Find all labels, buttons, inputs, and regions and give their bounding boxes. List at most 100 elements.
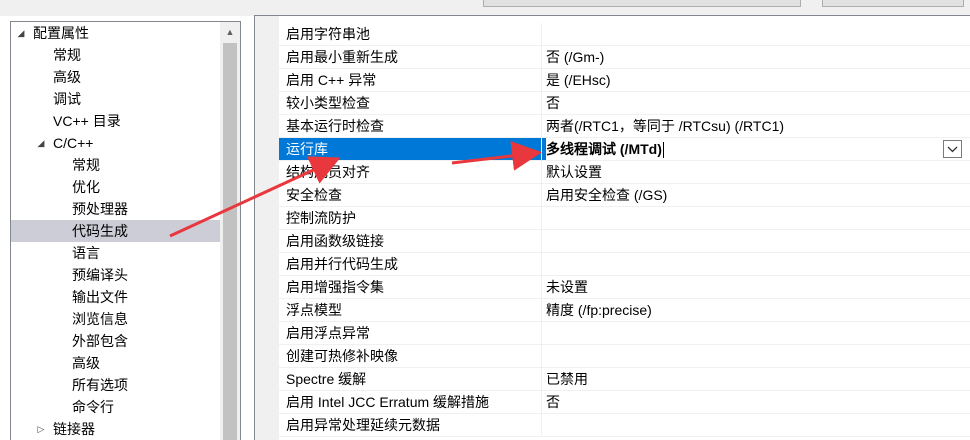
property-row[interactable]: 运行库 多线程调试 (/MTd) (279, 138, 970, 161)
tree-item[interactable]: 外部包含 (11, 330, 221, 352)
property-name: Spectre 缓解 (286, 371, 367, 387)
property-name: 启用异常处理延续元数据 (286, 417, 440, 433)
property-row[interactable]: 启用异常处理延续元数据 (279, 414, 970, 437)
configuration-manager-button[interactable] (822, 0, 964, 7)
property-row[interactable]: 控制流防护 (279, 207, 970, 230)
tree-item[interactable]: 高级 (11, 66, 221, 88)
tree-item[interactable]: ◢ C/C++ (11, 132, 221, 154)
property-value (541, 23, 970, 45)
tree-item-label: 常规 (53, 47, 81, 63)
property-name: 启用 Intel JCC Erratum 缓解措施 (286, 394, 490, 410)
tree-item-label: 链接器 (53, 421, 95, 437)
top-toolbar-strip (0, 0, 970, 16)
tree-item-label: 输出文件 (72, 289, 128, 305)
chevron-down-icon (947, 146, 958, 153)
property-row[interactable]: 启用增强指令集 未设置 (279, 276, 970, 299)
property-value: 已禁用 (541, 368, 970, 390)
property-row[interactable]: 基本运行时检查 两者(/RTC1，等同于 /RTCsu) (/RTC1) (279, 115, 970, 138)
property-value: 两者(/RTC1，等同于 /RTCsu) (/RTC1) (541, 115, 970, 137)
property-name: 启用最小重新生成 (286, 49, 398, 65)
property-row[interactable]: 启用 C++ 异常 是 (/EHsc) (279, 69, 970, 92)
tree-item[interactable]: 常规 (11, 44, 221, 66)
tree-item-label: 调试 (53, 91, 81, 107)
tree-item-label: 预编译头 (72, 267, 128, 283)
property-value (541, 253, 970, 275)
property-name: 启用并行代码生成 (286, 256, 398, 272)
property-row[interactable]: 结构成员对齐 默认设置 (279, 161, 970, 184)
tree-item-label: 所有选项 (72, 377, 128, 393)
property-row[interactable]: 创建可热修补映像 (279, 345, 970, 368)
tree-item-label: 外部包含 (72, 333, 128, 349)
property-name: 运行库 (279, 138, 546, 160)
tree-item-label: 代码生成 (72, 223, 128, 239)
property-value-text: 精度 (/fp:precise) (546, 302, 652, 318)
tree-item[interactable]: 预编译头 (11, 264, 221, 286)
tree-item[interactable]: 高级 (11, 352, 221, 374)
property-value-text: 否 (546, 394, 560, 410)
property-value (541, 414, 970, 436)
tree-item[interactable]: 调试 (11, 88, 221, 110)
property-value (541, 345, 970, 367)
tree-item-label: VC++ 目录 (53, 113, 121, 129)
property-name: 创建可热修补映像 (286, 348, 398, 364)
property-grid: 启用字符串池启用最小重新生成 否 (/Gm-) 启用 C++ 异常 是 (/EHsc)… (254, 15, 970, 440)
property-name: 安全检查 (286, 187, 342, 203)
tree-item[interactable]: 代码生成 (11, 220, 221, 242)
property-value: 默认设置 (541, 161, 970, 183)
property-row[interactable]: Spectre 缓解 已禁用 (279, 368, 970, 391)
tree-item-label: 浏览信息 (72, 311, 128, 327)
expanded-triangle-icon[interactable]: ◢ (15, 22, 27, 44)
tree-item-label: C/C++ (53, 135, 94, 151)
property-name: 结构成员对齐 (286, 164, 370, 180)
tree-item[interactable]: 语言 (11, 242, 221, 264)
tree-item-label: 优化 (72, 179, 100, 195)
property-name: 控制流防护 (286, 210, 356, 226)
property-row[interactable]: 浮点模型 精度 (/fp:precise) (279, 299, 970, 322)
property-row[interactable]: 启用最小重新生成 否 (/Gm-) (279, 46, 970, 69)
tree-item[interactable]: 预处理器 (11, 198, 221, 220)
property-value: 否 (541, 92, 970, 114)
tree-item[interactable]: ◢ 配置属性 (11, 22, 221, 44)
scrollbar-thumb[interactable] (223, 43, 237, 440)
property-value-text: 默认设置 (546, 164, 602, 180)
tree-item-label: 高级 (72, 355, 100, 371)
property-row[interactable]: 启用并行代码生成 (279, 253, 970, 276)
property-row[interactable]: 启用浮点异常 (279, 322, 970, 345)
scroll-up-arrow-icon[interactable]: ▲ (220, 22, 240, 42)
tree-item[interactable]: 常规 (11, 154, 221, 176)
property-value-text: 两者(/RTC1，等同于 /RTCsu) (/RTC1) (546, 118, 785, 134)
property-name: 启用函数级链接 (286, 233, 384, 249)
property-value-text: 否 (546, 95, 560, 111)
dropdown-button[interactable] (943, 140, 962, 158)
tree-item[interactable]: 优化 (11, 176, 221, 198)
expanded-triangle-icon[interactable]: ◢ (35, 132, 47, 154)
runtime-library-value-field[interactable]: 多线程调试 (/MTd) (541, 138, 970, 160)
tree-item-label: 高级 (53, 69, 81, 85)
tree-item[interactable]: VC++ 目录 (11, 110, 221, 132)
property-row[interactable]: 启用 Intel JCC Erratum 缓解措施 否 (279, 391, 970, 414)
tree-item-label: 预处理器 (72, 201, 128, 217)
property-value-text: 是 (/EHsc) (546, 72, 611, 88)
property-name: 较小类型检查 (286, 95, 370, 111)
property-value: 否 (541, 391, 970, 413)
tree-item[interactable]: ▷ 链接器 (11, 418, 221, 440)
property-row[interactable]: 启用字符串池 (279, 23, 970, 46)
property-row[interactable]: 较小类型检查 否 (279, 92, 970, 115)
property-pages-tree: ◢ 配置属性 常规 高级 调试 VC++ 目录 ◢ C/C++ 常规 优化 预处理器 代码生成 语言 预编… (10, 21, 241, 440)
collapsed-triangle-icon[interactable]: ▷ (35, 418, 47, 440)
property-value (541, 230, 970, 252)
tree-item[interactable]: 浏览信息 (11, 308, 221, 330)
property-value-text: 未设置 (546, 279, 588, 295)
tree-item-label: 命令行 (72, 399, 114, 415)
tree-item[interactable]: 输出文件 (11, 286, 221, 308)
property-name: 浮点模型 (286, 302, 342, 318)
configuration-dropdown[interactable] (483, 0, 801, 7)
tree-item[interactable]: 命令行 (11, 396, 221, 418)
tree-item[interactable]: 所有选项 (11, 374, 221, 396)
property-row[interactable]: 启用函数级链接 (279, 230, 970, 253)
property-value-text: 多线程调试 (/MTd) (546, 141, 662, 157)
grid-gutter (255, 16, 279, 440)
tree-vertical-scrollbar[interactable]: ▲ (220, 22, 240, 440)
property-row[interactable]: 安全检查 启用安全检查 (/GS) (279, 184, 970, 207)
property-value: 否 (/Gm-) (541, 46, 970, 68)
